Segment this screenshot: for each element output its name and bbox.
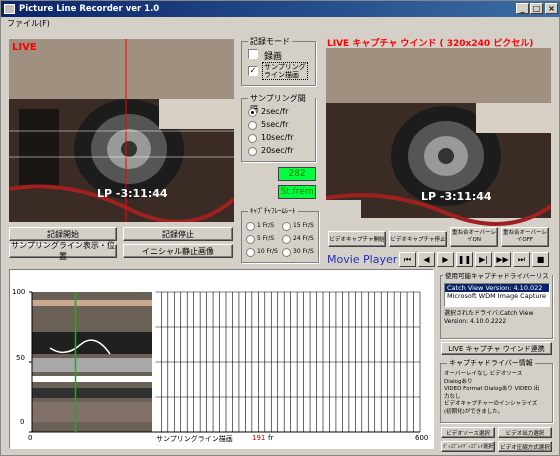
player-step-forward-button[interactable]: ▶| (475, 252, 492, 267)
right-timecode: LP -3:11:44 (421, 190, 492, 203)
record-checkbox-label: 録画 (264, 52, 283, 62)
driver-info-group: キャプチャドライバー情報 オーバーレイなし ビデオソース Dialogあり VI… (440, 358, 553, 423)
left-video-preview: LIVE LP -3:11:44 (9, 39, 234, 222)
right-video-preview: LP -3:11:44 (326, 48, 551, 227)
interval-20sec-radio[interactable] (248, 147, 257, 156)
interval-20sec-label: 20sec/fr (261, 146, 294, 155)
line-chart (29, 291, 421, 433)
player-rewind-button[interactable]: ⏮ (399, 252, 416, 267)
start-frame-display: St.frem (278, 185, 316, 199)
window-title: Picture Line Recorder ver 1.0 (19, 4, 160, 14)
video-output-button[interactable]: ビデオ出力選択 (498, 427, 552, 438)
video-capture-start-button[interactable]: ビデオキャプチャ開始 (328, 231, 386, 247)
sampling-line-caption: サンプリングライン描画 (156, 435, 233, 443)
line-chart-panel: 100 50 0 0 600 サンプリングライン描画 191 fr (9, 269, 434, 449)
menu-bar: ファイル(F) (1, 17, 560, 31)
sampling-position-value: 191 (252, 434, 266, 442)
driver-info-text: オーバーレイなし ビデオソース Dialogあり VIDEO Format Di… (444, 371, 540, 415)
overlay-on-button[interactable]: 重ね合オーバーレイON (450, 227, 498, 247)
rate-24fps-label: 24 Fr/S (293, 235, 314, 242)
minimize-button[interactable]: _ (516, 3, 529, 14)
record-start-button[interactable]: 記録開始 (9, 227, 117, 241)
rate-10fps-radio[interactable] (246, 248, 255, 257)
interval-10sec-radio[interactable] (248, 134, 257, 143)
driver-list-item[interactable]: Catch View Version: 4.10.022 (445, 284, 549, 292)
player-step-back-button[interactable]: ◀ (418, 252, 435, 267)
rate-30fps-label: 30 Fr/S (293, 248, 314, 255)
player-pause-button[interactable]: ❚❚ (456, 252, 473, 267)
rate-1fps-label: 1 Fr/S (257, 222, 275, 229)
rate-1fps-radio[interactable] (246, 222, 255, 231)
rate-15fps-radio[interactable] (282, 222, 291, 231)
driver-list-item[interactable]: Microsoft WDM Image Capture (445, 292, 549, 300)
capture-rate-group: ｷｬﾌﾟﾁｬﾌﾚｰﾑﾚｰﾄ 1 Fr/S 15 Fr/S 5 Fr/S 24 F… (241, 206, 319, 263)
player-forward-button[interactable]: ▶▶ (494, 252, 511, 267)
x-tick-0: 0 (28, 434, 33, 442)
interval-5sec-label: 5sec/fr (261, 120, 289, 129)
sampling-line-checkbox[interactable]: ✓ (248, 66, 258, 76)
left-live-tag: LIVE (12, 42, 37, 53)
driver-info-title: キャプチャドライバー情報 (447, 358, 535, 368)
driver-list-group: 使用可能キャプチャドライバーリスト Catch View Version: 4.… (440, 270, 553, 339)
rate-10fps-label: 10 Fr/S (257, 248, 278, 255)
x-tick-600: 600 (415, 434, 429, 442)
player-play-button[interactable]: ▶ (437, 252, 454, 267)
driver-listbox[interactable]: Catch View Version: 4.10.022 Microsoft W… (444, 283, 550, 307)
capture-rate-title: ｷｬﾌﾟﾁｬﾌﾚｰﾑﾚｰﾄ (248, 206, 298, 216)
compression-select-button[interactable]: ビデオ圧縮方式選択 (498, 441, 552, 452)
movie-player-label: Movie Player (327, 253, 398, 266)
app-icon (4, 4, 15, 14)
sampled-image-strip (32, 292, 152, 432)
sampling-line-checkbox-label: サンプリング ライン描画 (262, 62, 308, 80)
app-window: Picture Line Recorder ver 1.0 _ □ × ファイル… (0, 0, 560, 456)
left-timecode: LP -3:11:44 (97, 187, 168, 200)
initial-still-button[interactable]: イニシャル静止画像 (123, 244, 233, 258)
close-button[interactable]: × (545, 3, 558, 14)
rate-24fps-radio[interactable] (282, 235, 291, 244)
menu-file[interactable]: ファイル(F) (7, 19, 50, 28)
rate-30fps-radio[interactable] (282, 248, 291, 257)
chart-grid (155, 291, 421, 433)
record-checkbox[interactable] (248, 49, 258, 59)
y-tick-100: 100 (12, 288, 26, 296)
display-select-button[interactable]: ﾃﾞｨｽﾌﾟﾚｲﾃﾞｨｽﾌﾟﾚｲ選択 (441, 441, 495, 452)
sampling-position-unit: fr (268, 434, 274, 442)
video-capture-stop-button[interactable]: ビデオキャプチャ停止 (389, 231, 447, 247)
y-tick-50: 50 (16, 354, 25, 362)
interval-2sec-radio[interactable] (248, 108, 257, 117)
rate-5fps-radio[interactable] (246, 235, 255, 244)
recording-mode-group: 記録モード 録画 ✓ サンプリング ライン描画 (241, 36, 316, 86)
interval-2sec-label: 2sec/fr (261, 107, 289, 116)
player-end-button[interactable]: ⏭ (513, 252, 530, 267)
recording-mode-title: 記録モード (248, 36, 292, 47)
overlay-off-button[interactable]: 重ね合オーバーレイOFF (501, 227, 549, 247)
player-stop-button[interactable]: ■ (532, 252, 549, 267)
selected-driver-info: 選択されたドライバ:Catch View Version: 4.10.0.222… (444, 310, 534, 325)
interval-10sec-label: 10sec/fr (261, 133, 294, 142)
video-source-button[interactable]: ビデオソース選択 (441, 427, 495, 438)
sampling-interval-group: サンプリング間隔 2sec/fr 5sec/fr 10sec/fr 20sec/… (241, 93, 316, 162)
live-window-link-button[interactable]: LIVE キャプチャ ウインド連携 (441, 342, 552, 355)
sampling-line-position-button[interactable]: サンプリングライン表示・位置 (9, 241, 117, 261)
frame-counter: 282 (278, 167, 316, 181)
interval-5sec-radio[interactable] (248, 121, 257, 130)
rate-5fps-label: 5 Fr/S (257, 235, 275, 242)
maximize-button[interactable]: □ (530, 3, 543, 14)
rate-15fps-label: 15 Fr/S (293, 222, 314, 229)
y-tick-0: 0 (20, 418, 25, 426)
title-bar: Picture Line Recorder ver 1.0 _ □ × (1, 1, 560, 17)
record-stop-button[interactable]: 記録停止 (123, 227, 233, 241)
